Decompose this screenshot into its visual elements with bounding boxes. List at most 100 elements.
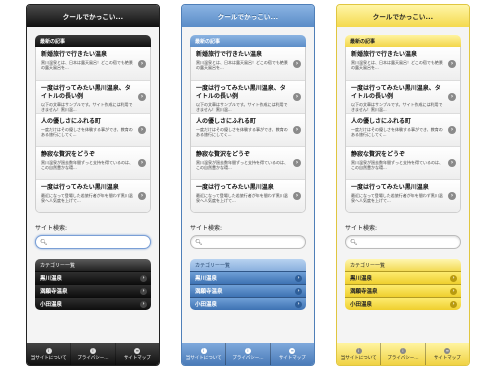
article-item[interactable]: 一度は行ってみたい黒川温泉、タイトルの長い例 以下の文章はサンプルです。サイト作… bbox=[191, 80, 305, 113]
footer-about-button[interactable]: i 当サイトについて bbox=[337, 343, 380, 365]
articles-header: 最新の記事 bbox=[190, 35, 306, 47]
article-title: 一度は行ってみたい黒川温泉 bbox=[351, 184, 429, 191]
chevron-right-icon: › bbox=[140, 287, 147, 295]
footer-label: 当サイトについて bbox=[30, 355, 67, 361]
footer-privacy-button[interactable]: i プライバシー... bbox=[70, 343, 114, 365]
category-item[interactable]: 満願寺温泉 › bbox=[190, 284, 306, 297]
chevron-right-icon: › bbox=[138, 126, 146, 134]
chevron-right-icon: › bbox=[293, 159, 301, 167]
categories-list: 黒川温泉 › 満願寺温泉 › 小田温泉 › bbox=[345, 271, 461, 310]
footer-sitemap-button[interactable]: ≡ サイトマップ bbox=[424, 343, 469, 365]
footer-label: サイトマップ bbox=[433, 355, 461, 361]
chevron-right-icon: › bbox=[295, 274, 302, 282]
category-item[interactable]: 満願寺温泉 › bbox=[345, 284, 461, 297]
search-input[interactable]: 🔍︎ bbox=[35, 235, 151, 249]
footer-about-button[interactable]: i 当サイトについて bbox=[182, 343, 225, 365]
footer-nav: i 当サイトについて i プライバシー... ≡ サイトマップ bbox=[27, 343, 159, 365]
article-item[interactable]: 人の優しさにふれる町 一度だけはその優しさを体験する事ができ、教育のある旅行にし… bbox=[191, 113, 305, 146]
category-label: 満願寺温泉 bbox=[350, 289, 378, 295]
article-item[interactable]: 静寂な贅沢をどうぞ 黒川温泉が過去数年間ずっと支持を得ているのは、この自然豊かな… bbox=[36, 146, 150, 179]
category-item[interactable]: 黒川温泉 › bbox=[190, 271, 306, 284]
info-icon: i bbox=[200, 347, 207, 354]
article-item[interactable]: 新婚旅行で行きたい温泉 黒川温泉とは、日本は露天風呂！どこの宿でも絶景の露天風呂… bbox=[36, 47, 150, 80]
category-label: 黒川温泉 bbox=[350, 276, 373, 282]
page-title: クールでかっこい... bbox=[217, 13, 279, 21]
category-item[interactable]: 満願寺温泉 › bbox=[35, 284, 151, 297]
articles-list: 新婚旅行で行きたい温泉 黒川温泉とは、日本は露天風呂！どこの宿でも絶景の露天風呂… bbox=[35, 47, 151, 213]
categories-header: カテゴリー一覧 bbox=[190, 259, 306, 271]
article-item[interactable]: 一度は行ってみたい黒川温泉 最近になって登場した若旅行者が年を間わず黒川温泉へ人… bbox=[346, 179, 460, 212]
article-desc: 黒川温泉が過去数年間ずっと支持を得ているのは、この自然豊かな環... bbox=[351, 160, 443, 170]
footer-privacy-button[interactable]: i プライバシー... bbox=[225, 343, 269, 365]
search-label: サイト検索: bbox=[345, 225, 378, 232]
footer-label: サイトマップ bbox=[278, 355, 306, 361]
search-input[interactable]: 🔍︎ bbox=[190, 235, 306, 249]
article-title: 一度は行ってみたい黒川温泉 bbox=[196, 184, 274, 191]
chevron-right-icon: › bbox=[448, 59, 456, 68]
category-label: 小田温泉 bbox=[195, 302, 218, 308]
article-title: 新婚旅行で行きたい温泉 bbox=[196, 51, 263, 58]
footer-sitemap-button[interactable]: ≡ サイトマップ bbox=[269, 343, 314, 365]
category-item[interactable]: 小田温泉 › bbox=[35, 297, 151, 310]
article-desc: 以下の文章はサンプルです。サイト作成には利用できません！黒川温... bbox=[351, 102, 443, 112]
chevron-right-icon: › bbox=[138, 59, 146, 68]
article-desc: 以下の文章はサンプルです。サイト作成には利用できません！黒川温... bbox=[196, 102, 288, 112]
categories-list: 黒川温泉 › 満願寺温泉 › 小田温泉 › bbox=[35, 271, 151, 310]
article-item[interactable]: 新婚旅行で行きたい温泉 黒川温泉とは、日本は露天風呂！どこの宿でも絶景の露天風呂… bbox=[346, 47, 460, 80]
article-desc: 一度だけはその優しさを体験する事ができ、教育のある旅行にしてく... bbox=[196, 127, 288, 137]
phone-yellow-theme: クールでかっこい... 最新の記事 新婚旅行で行きたい温泉 黒川温泉とは、日本は… bbox=[336, 4, 470, 366]
search-icon: 🔍︎ bbox=[195, 238, 203, 246]
article-item[interactable]: 新婚旅行で行きたい温泉 黒川温泉とは、日本は露天風呂！どこの宿でも絶景の露天風呂… bbox=[191, 47, 305, 80]
search-label: サイト検索: bbox=[190, 225, 223, 232]
article-item[interactable]: 人の優しさにふれる町 一度だけはその優しさを体験する事ができ、教育のある旅行にし… bbox=[36, 113, 150, 146]
chevron-right-icon: › bbox=[138, 93, 146, 101]
search-label: サイト検索: bbox=[35, 225, 68, 232]
article-desc: 黒川温泉とは、日本は露天風呂！どこの宿でも絶景の露天風呂を... bbox=[196, 60, 288, 70]
article-item[interactable]: 一度は行ってみたい黒川温泉 最近になって登場した若旅行者が年を間わず黒川温泉へ人… bbox=[36, 179, 150, 212]
article-desc: 黒川温泉が過去数年間ずっと支持を得ているのは、この自然豊かな環... bbox=[41, 160, 133, 170]
article-desc: 黒川温泉とは、日本は露天風呂！どこの宿でも絶景の露天風呂を... bbox=[351, 60, 443, 70]
article-desc: 最近になって登場した若旅行者が年を間わず黒川温泉へ人気度を上げて... bbox=[351, 193, 443, 203]
article-item[interactable]: 静寂な贅沢をどうぞ 黒川温泉が過去数年間ずっと支持を得ているのは、この自然豊かな… bbox=[191, 146, 305, 179]
articles-header: 最新の記事 bbox=[345, 35, 461, 47]
chevron-right-icon: › bbox=[448, 93, 456, 101]
chevron-right-icon: › bbox=[448, 192, 456, 200]
search-input[interactable]: 🔍︎ bbox=[345, 235, 461, 249]
info-icon: i bbox=[399, 347, 406, 354]
title-bar: クールでかっこい... bbox=[182, 5, 314, 27]
sitemap-icon: ≡ bbox=[444, 347, 451, 354]
article-item[interactable]: 一度は行ってみたい黒川温泉、タイトルの長い例 以下の文章はサンプルです。サイト作… bbox=[346, 80, 460, 113]
category-item[interactable]: 小田温泉 › bbox=[190, 297, 306, 310]
chevron-right-icon: › bbox=[448, 126, 456, 134]
chevron-right-icon: › bbox=[138, 192, 146, 200]
article-item[interactable]: 一度は行ってみたい黒川温泉、タイトルの長い例 以下の文章はサンプルです。サイト作… bbox=[36, 80, 150, 113]
article-item[interactable]: 一度は行ってみたい黒川温泉 最近になって登場した若旅行者が年を間わず黒川温泉へ人… bbox=[191, 179, 305, 212]
category-label: 黒川温泉 bbox=[40, 276, 63, 282]
categories-header: カテゴリー一覧 bbox=[345, 259, 461, 271]
info-icon: i bbox=[45, 347, 52, 354]
title-bar: クールでかっこい... bbox=[27, 5, 159, 27]
footer-privacy-button[interactable]: i プライバシー... bbox=[380, 343, 424, 365]
info-icon: i bbox=[355, 347, 362, 354]
category-item[interactable]: 黒川温泉 › bbox=[35, 271, 151, 284]
phone-blue-theme: クールでかっこい... 最新の記事 新婚旅行で行きたい温泉 黒川温泉とは、日本は… bbox=[181, 4, 315, 366]
article-title: 静寂な贅沢をどうぞ bbox=[41, 151, 96, 158]
info-icon: i bbox=[89, 347, 96, 354]
chevron-right-icon: › bbox=[293, 192, 301, 200]
category-label: 満願寺温泉 bbox=[195, 289, 223, 295]
footer-about-button[interactable]: i 当サイトについて bbox=[27, 343, 70, 365]
category-item[interactable]: 黒川温泉 › bbox=[345, 271, 461, 284]
article-desc: 最近になって登場した若旅行者が年を間わず黒川温泉へ人気度を上げて... bbox=[196, 193, 288, 203]
info-icon: i bbox=[244, 347, 251, 354]
category-label: 満願寺温泉 bbox=[40, 289, 68, 295]
footer-sitemap-button[interactable]: ≡ サイトマップ bbox=[114, 343, 159, 365]
title-bar: クールでかっこい... bbox=[337, 5, 469, 27]
article-item[interactable]: 静寂な贅沢をどうぞ 黒川温泉が過去数年間ずっと支持を得ているのは、この自然豊かな… bbox=[346, 146, 460, 179]
article-title: 新婚旅行で行きたい温泉 bbox=[41, 51, 108, 58]
article-item[interactable]: 人の優しさにふれる町 一度だけはその優しさを体験する事ができ、教育のある旅行にし… bbox=[346, 113, 460, 146]
articles-list: 新婚旅行で行きたい温泉 黒川温泉とは、日本は露天風呂！どこの宿でも絶景の露天風呂… bbox=[345, 47, 461, 213]
footer-label: プライバシー... bbox=[77, 355, 109, 361]
footer-nav: i 当サイトについて i プライバシー... ≡ サイトマップ bbox=[182, 343, 314, 365]
category-item[interactable]: 小田温泉 › bbox=[345, 297, 461, 310]
article-desc: 黒川温泉が過去数年間ずっと支持を得ているのは、この自然豊かな環... bbox=[196, 160, 288, 170]
